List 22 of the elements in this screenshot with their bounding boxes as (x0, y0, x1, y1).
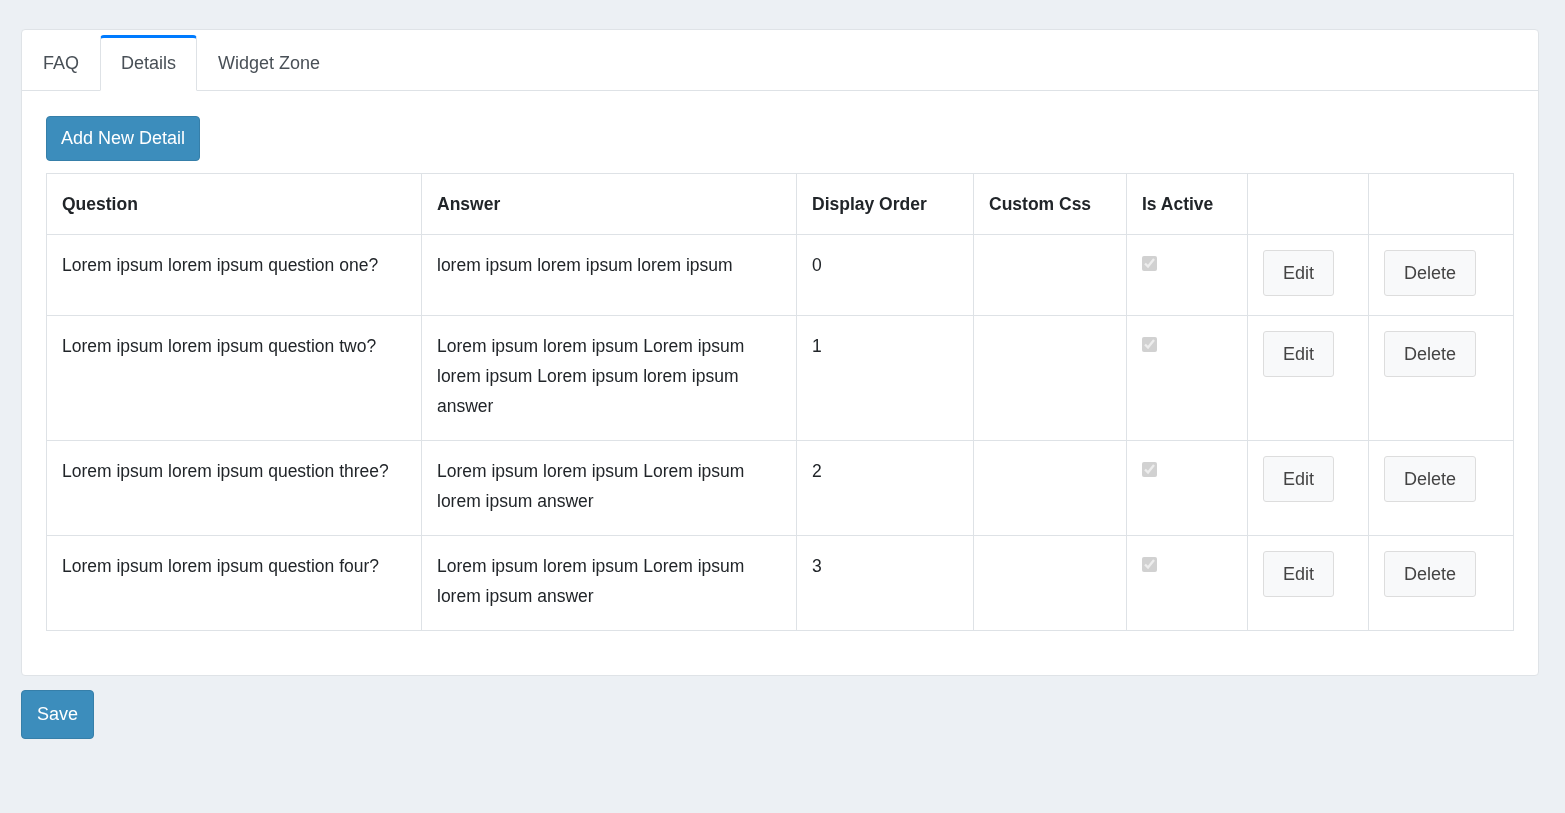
column-header: Question (62, 194, 138, 214)
table-cell: Lorem ipsum lorem ipsum question two? (62, 336, 377, 356)
column-header: Display Order (812, 194, 927, 214)
tab[interactable]: Details (100, 35, 198, 91)
tab[interactable]: Widget Zone (197, 35, 342, 91)
table-cell: Lorem ipsum lorem ipsum Lorem ipsum lorem ipsum answer (437, 461, 745, 511)
tab[interactable]: FAQ (22, 35, 100, 91)
table-cell: Lorem ipsum lorem ipsum Lorem ipsum lorem ipsum answer (437, 556, 745, 606)
column-header: Is Active (1142, 194, 1214, 214)
table-cell: 2 (812, 461, 822, 481)
table-cell: 1 (812, 336, 822, 356)
column-header: Custom Css (989, 194, 1092, 214)
column-header: Answer (437, 194, 501, 214)
table-cell: Lorem ipsum lorem ipsum Lorem ipsum lorem ipsum Lorem ipsum lorem ipsum answer (437, 336, 745, 416)
save-button[interactable]: Save (21, 690, 95, 739)
table-cell: Lorem ipsum lorem ipsum question four? (62, 556, 380, 576)
table-cell: 3 (812, 556, 822, 576)
table-cell: Lorem ipsum lorem ipsum question three? (62, 461, 389, 481)
table-cell: 0 (812, 255, 822, 275)
table-cell: Lorem ipsum lorem ipsum question one? (62, 255, 379, 275)
table-cell: lorem ipsum lorem ipsum lorem ipsum (437, 255, 733, 275)
add-new-detail-button[interactable]: Add New Detail (46, 116, 201, 161)
